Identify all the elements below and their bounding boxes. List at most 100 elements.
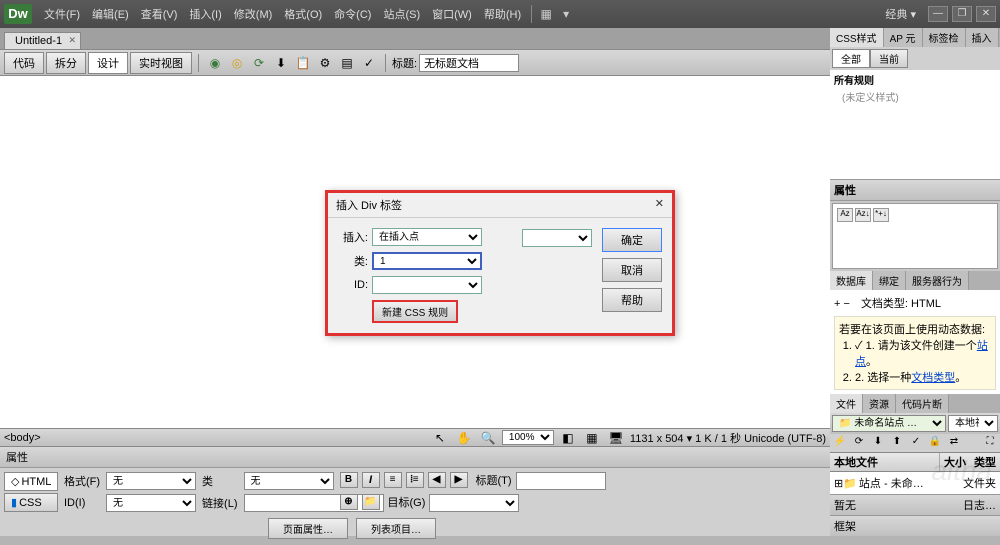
doctype-link[interactable]: 文档类型 xyxy=(911,372,955,384)
properties-mini-header[interactable]: 属性 xyxy=(830,179,1000,201)
code-view-btn[interactable]: 代码 xyxy=(4,52,44,74)
outdent-btn[interactable]: ◀ xyxy=(428,472,446,488)
refresh-icon[interactable]: ⟳ xyxy=(851,436,867,450)
database-tab[interactable]: 数据库 xyxy=(830,271,873,290)
ol-btn[interactable]: ⦙≡ xyxy=(406,472,424,488)
status-icon-3[interactable]: 🖥 xyxy=(607,429,625,447)
title-input[interactable] xyxy=(419,54,519,72)
snippets-tab[interactable]: 代码片断 xyxy=(896,394,949,413)
view-select[interactable]: 本地视图 xyxy=(948,415,998,432)
ul-btn[interactable]: ≡ xyxy=(384,472,402,488)
css-styles-tab[interactable]: CSS样式 xyxy=(830,28,884,47)
bindings-tab[interactable]: 绑定 xyxy=(873,271,906,290)
menu-edit[interactable]: 编辑(E) xyxy=(86,6,135,22)
point-to-file-icon[interactable]: ⊕ xyxy=(340,494,358,510)
expand-tree-icon[interactable]: ⊞ xyxy=(834,477,843,490)
file-row[interactable]: ⊞ 📁 站点 - 未命… 文件夹 xyxy=(834,474,996,492)
files-tab[interactable]: 文件 xyxy=(830,394,863,413)
tool-icon-1[interactable]: ◉ xyxy=(206,54,224,72)
tool-icon-6[interactable]: ⚙ xyxy=(316,54,334,72)
menu-view[interactable]: 查看(V) xyxy=(135,6,184,22)
connect-icon[interactable]: ⚡ xyxy=(832,436,848,450)
layout-icon[interactable]: ▦ xyxy=(537,5,555,23)
prop-icon-2[interactable]: Az↓ xyxy=(855,208,871,222)
help-button[interactable]: 帮助 xyxy=(602,288,662,312)
bold-btn[interactable]: B xyxy=(340,472,358,488)
menu-insert[interactable]: 插入(I) xyxy=(183,6,227,22)
target-select[interactable] xyxy=(429,494,519,512)
close-tab-icon[interactable]: ✕ xyxy=(69,35,77,46)
close-btn[interactable]: ✕ xyxy=(976,6,996,22)
tag-selector[interactable]: <body> xyxy=(4,432,41,444)
design-view-btn[interactable]: 设计 xyxy=(88,52,128,74)
assets-tab[interactable]: 资源 xyxy=(863,394,896,413)
dialog-close-icon[interactable]: ✕ xyxy=(655,197,664,213)
split-view-btn[interactable]: 拆分 xyxy=(46,52,86,74)
minus-icon[interactable]: − xyxy=(844,298,850,310)
css-mode-tab[interactable]: ▮CSS xyxy=(4,493,58,512)
col-type[interactable]: 类型 xyxy=(970,453,1000,471)
menu-modify[interactable]: 修改(M) xyxy=(228,6,279,22)
checkout-icon[interactable]: ✓ xyxy=(908,436,924,450)
tool-icon-8[interactable]: ✓ xyxy=(360,54,378,72)
zoom-select[interactable]: 100% xyxy=(502,430,554,445)
tag-inspector-tab[interactable]: 标签检 xyxy=(923,28,966,47)
live-view-btn[interactable]: 实时视图 xyxy=(130,52,192,74)
css-rules-list[interactable]: (未定义样式) xyxy=(830,89,1000,179)
format-select[interactable]: 无 xyxy=(106,472,196,490)
menu-format[interactable]: 格式(O) xyxy=(278,6,328,22)
status-icon-1[interactable]: ◧ xyxy=(559,429,577,447)
file-tab[interactable]: Untitled-1✕ xyxy=(4,32,81,49)
status-icon-2[interactable]: ▦ xyxy=(583,429,601,447)
id-select[interactable] xyxy=(372,276,482,294)
zoom-icon[interactable]: 🔍 xyxy=(479,429,497,447)
expand-icon[interactable]: ⛶ xyxy=(982,436,998,450)
site-select[interactable]: 📁 未命名站点 … xyxy=(832,415,946,432)
prop-icon-1[interactable]: Az xyxy=(837,208,853,222)
class-select[interactable]: 1 xyxy=(372,252,482,270)
menu-file[interactable]: 文件(F) xyxy=(38,6,86,22)
class-select-prop[interactable]: 无 xyxy=(244,472,334,490)
plus-icon[interactable]: + xyxy=(834,298,840,310)
col-size[interactable]: 大小 xyxy=(940,453,970,471)
all-subtab[interactable]: 全部 xyxy=(832,49,870,68)
server-behaviors-tab[interactable]: 服务器行为 xyxy=(906,271,969,290)
sync-icon[interactable]: ⇄ xyxy=(946,436,962,450)
tool-icon-5[interactable]: 📋 xyxy=(294,54,312,72)
menu-site[interactable]: 站点(S) xyxy=(377,6,426,22)
dropdown-icon[interactable]: ▾ xyxy=(557,5,575,23)
tool-icon-3[interactable]: ⟳ xyxy=(250,54,268,72)
insert-position-select[interactable] xyxy=(522,229,592,247)
hand-icon[interactable]: ✋ xyxy=(455,429,473,447)
cancel-button[interactable]: 取消 xyxy=(602,258,662,282)
minimize-btn[interactable]: — xyxy=(928,6,948,22)
put-icon[interactable]: ⬆ xyxy=(889,436,905,450)
ok-button[interactable]: 确定 xyxy=(602,228,662,252)
title-t-input[interactable] xyxy=(516,472,606,490)
indent-btn[interactable]: ▶ xyxy=(450,472,468,488)
insert-tab[interactable]: 插入 xyxy=(966,28,999,47)
menu-commands[interactable]: 命令(C) xyxy=(328,6,377,22)
tool-icon-2[interactable]: ◎ xyxy=(228,54,246,72)
log-label[interactable]: 日志… xyxy=(963,497,996,513)
properties-header[interactable]: 属性 xyxy=(0,447,830,468)
get-icon[interactable]: ⬇ xyxy=(870,436,886,450)
italic-btn[interactable]: I xyxy=(362,472,380,488)
menu-window[interactable]: 窗口(W) xyxy=(426,6,478,22)
workspace-selector[interactable]: 经典 ▾ xyxy=(885,6,916,22)
frames-tab[interactable]: 框架 xyxy=(834,518,856,534)
prop-icon-3[interactable]: *+↓ xyxy=(873,208,889,222)
current-subtab[interactable]: 当前 xyxy=(870,49,908,68)
html-mode-tab[interactable]: ◇HTML xyxy=(4,472,58,491)
new-css-rule-btn[interactable]: 新建 CSS 规则 xyxy=(372,300,458,323)
col-local[interactable]: 本地文件 xyxy=(830,453,940,471)
restore-btn[interactable]: ❐ xyxy=(952,6,972,22)
tool-icon-4[interactable]: ⬇ xyxy=(272,54,290,72)
insert-select[interactable]: 在插入点 xyxy=(372,228,482,246)
tool-icon-7[interactable]: ▤ xyxy=(338,54,356,72)
id-select-prop[interactable]: 无 xyxy=(106,494,196,512)
browse-icon[interactable]: 📁 xyxy=(362,494,380,510)
ap-elements-tab[interactable]: AP 元 xyxy=(884,28,923,47)
checkin-icon[interactable]: 🔒 xyxy=(927,436,943,450)
pointer-icon[interactable]: ↖ xyxy=(431,429,449,447)
